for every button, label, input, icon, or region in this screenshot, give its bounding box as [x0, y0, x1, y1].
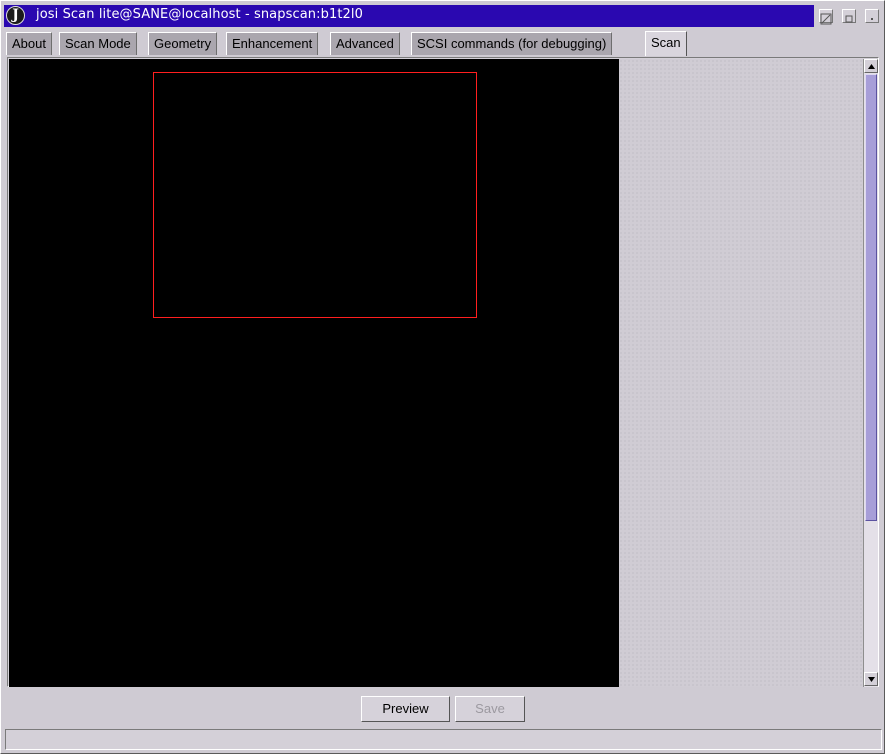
scan-selection-rectangle[interactable]	[153, 72, 477, 318]
tab-about[interactable]: About	[6, 32, 52, 55]
tab-enhancement[interactable]: Enhancement	[226, 32, 319, 55]
close-button[interactable]	[865, 9, 879, 23]
tab-scsi-commands[interactable]: SCSI commands (for debugging)	[411, 32, 613, 55]
scroll-thumb[interactable]	[865, 74, 877, 521]
save-button[interactable]: Save	[455, 696, 525, 722]
vertical-scrollbar[interactable]	[863, 59, 878, 687]
scan-panel	[7, 57, 879, 687]
scroll-down-button[interactable]	[864, 672, 878, 686]
maximize-icon	[820, 13, 832, 25]
preview-area[interactable]	[9, 59, 619, 687]
close-icon	[871, 18, 873, 20]
main-window: J josi Scan lite@SANE@localhost - snapsc…	[0, 0, 885, 754]
maximize-button[interactable]	[819, 9, 833, 25]
scroll-up-icon	[868, 64, 875, 69]
minimize-icon	[845, 15, 853, 23]
tab-advanced[interactable]: Advanced	[330, 32, 400, 55]
scroll-down-icon	[868, 677, 875, 682]
java-app-icon[interactable]: J	[6, 6, 25, 25]
tab-geometry[interactable]: Geometry	[148, 32, 218, 55]
options-side-panel	[619, 59, 863, 687]
tab-scan-mode[interactable]: Scan Mode	[59, 32, 137, 55]
minimize-button[interactable]	[842, 9, 856, 23]
status-bar	[5, 729, 882, 750]
scroll-up-button[interactable]	[864, 59, 878, 73]
title-bar[interactable]: J josi Scan lite@SANE@localhost - snapsc…	[4, 5, 814, 27]
preview-button[interactable]: Preview	[361, 696, 450, 722]
window-title: josi Scan lite@SANE@localhost - snapscan…	[36, 7, 363, 22]
tab-scan[interactable]: Scan	[645, 31, 687, 56]
